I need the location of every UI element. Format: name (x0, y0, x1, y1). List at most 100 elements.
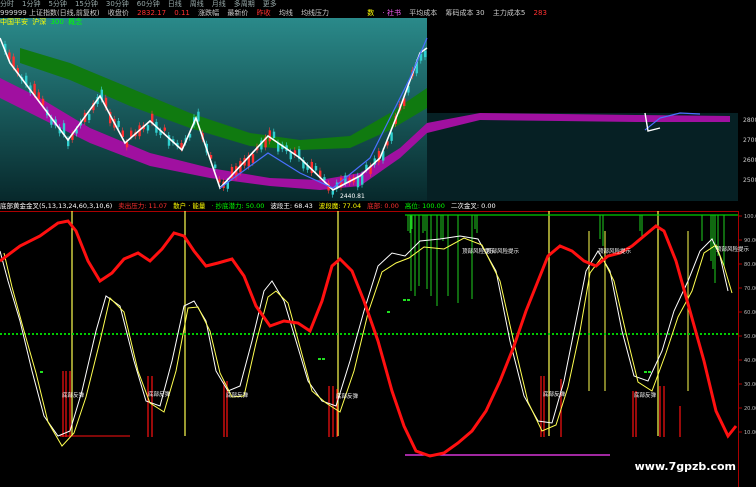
menu-bar: 分时 1分钟 5分钟 15分钟 30分钟 60分钟 日线 周线 月线 多周期 更多 (0, 0, 756, 9)
candle-body (361, 174, 364, 185)
menu-item-9[interactable]: 多周期 (234, 0, 255, 8)
quote-pct-label: 涨跌幅 (198, 9, 220, 17)
menu-item-3[interactable]: 15分钟 (75, 0, 98, 8)
tag-2[interactable]: 300 (50, 18, 63, 26)
candle-body (251, 154, 255, 163)
y-tick-label: 20.00 (744, 406, 756, 412)
quote-extra-2: 均线 (278, 9, 293, 17)
green-dot (403, 299, 406, 301)
price-tick-3: 2500 (743, 177, 756, 184)
bottom-signal-label: 底部反弹 (634, 391, 657, 399)
menu-item-8[interactable]: 月线 (212, 0, 226, 8)
quote-code: 999999 上证指数(日线,前复权) (0, 9, 100, 17)
top-signal-label: 顶部风险提示 (486, 247, 520, 255)
price-panel[interactable]: 2440.81 2800 2700 2600 2500 (0, 18, 756, 201)
indicator-header: 底部黄金金叉(5,13,13,24,60,3,10,6) 卖出压力: 11.07 散… (0, 201, 756, 211)
tag-row: 中国平安 沪深 300 概念 (0, 18, 84, 27)
candle-body (272, 131, 276, 138)
quote-right-0: 数 (367, 9, 375, 17)
white-osc-line (0, 235, 729, 437)
candle-body (214, 164, 217, 169)
quote-right-2: 平均成本 (409, 9, 438, 17)
y-tick-label: 10.00 (744, 430, 756, 436)
y-tick-label: 60.00 (744, 310, 756, 316)
quote-right-val: 283 (533, 9, 547, 17)
y-tick-label: 90.00 (744, 238, 756, 244)
indicator-label-1: 卖出压力: 11.07 (118, 202, 168, 210)
bottom-signal-label: 底部反弹 (226, 391, 249, 399)
candle-body (197, 111, 200, 122)
green-dots (40, 299, 651, 373)
indicator-label-4: 波段王: 68.43 (270, 202, 313, 210)
quote-extra-3: 均线压力 (301, 9, 330, 17)
menu-item-7[interactable]: 周线 (190, 0, 204, 8)
green-dot (407, 299, 410, 301)
candle-body (314, 165, 318, 171)
candle-body (88, 114, 91, 121)
indicator-chart: 100.00 90.00 80.00 70.00 60.00 50.00 40.00 30.0… (0, 211, 756, 487)
red-pressure-line (0, 219, 738, 458)
menu-item-5[interactable]: 60分钟 (137, 0, 160, 8)
price-chart: 2440.81 2800 2700 2600 2500 (0, 18, 756, 201)
candle-body (163, 127, 166, 131)
menu-item-0[interactable]: 分时 (0, 0, 14, 8)
top-signal-label: 顶部风险提示 (716, 245, 750, 253)
quote-price: 2832.17 (137, 9, 167, 17)
indicator-label-0: 底部黄金金叉(5,13,13,24,60,3,10,6) (0, 202, 113, 210)
indicator-label-6: 底部: 0.00 (367, 202, 399, 210)
quote-extra-1: 昨收 (256, 9, 271, 17)
y-tick-label: 100.00 (744, 214, 756, 220)
menu-item-10[interactable]: 更多 (263, 0, 277, 8)
menu-item-6[interactable]: 日线 (168, 0, 182, 8)
candle-body (331, 190, 334, 195)
bottom-signal-label: 底部反弹 (62, 391, 85, 399)
top-signal-label: 顶部风险提示 (598, 247, 632, 255)
price-bg-right (427, 113, 738, 201)
price-tick-1: 2700 (743, 137, 756, 144)
green-dot (648, 371, 651, 373)
green-dot (322, 358, 325, 360)
green-dot (40, 371, 43, 373)
quote-right-4: 主力成本5 (492, 9, 526, 17)
green-dot (318, 358, 321, 360)
quote-right-1: · 社书 (382, 9, 401, 17)
signal-labels: 底部反弹 底部反弹 底部反弹 底部反弹 底部反弹 底部反弹 顶部风险提示 顶部风险提示 顶部风险… (62, 245, 750, 400)
y-tick-label: 50.00 (744, 334, 756, 340)
bottom-signal-label: 底部反弹 (148, 390, 171, 398)
candle-body (390, 132, 393, 141)
y-tick-label: 30.00 (744, 382, 756, 388)
tag-3[interactable]: 概念 (68, 18, 82, 26)
tag-0[interactable]: 中国平安 (0, 18, 28, 26)
candle-body (37, 92, 40, 100)
indicator-label-2: 散户 · 能量 (173, 202, 206, 210)
watermark: www.7gpzb.com (634, 460, 736, 473)
low-label: 2440.81 (340, 193, 365, 200)
indicator-label-3: · 抄底潜力: 50.00 (211, 202, 265, 210)
menu-item-4[interactable]: 30分钟 (106, 0, 129, 8)
candle-body (424, 50, 427, 58)
bottom-signal-label: 底部反弹 (543, 390, 566, 398)
y-tick-label: 40.00 (744, 358, 756, 364)
app-window: { "menu": ["分时","1分钟","5分钟","15分钟","30分钟… (0, 0, 756, 487)
price-tick-2: 2600 (743, 157, 756, 164)
tag-1[interactable]: 沪深 (32, 18, 46, 26)
menu-item-1[interactable]: 1分钟 (22, 0, 40, 8)
green-dot (644, 371, 647, 373)
yellow-osc-line (3, 237, 733, 447)
quote-price-label: 收盘价 (107, 9, 129, 17)
y-tick-label: 80.00 (744, 262, 756, 268)
menu-item-2[interactable]: 5分钟 (48, 0, 66, 8)
quote-extra-0: 最新价 (227, 9, 249, 17)
quote-right-3: 筹码成本 30 (445, 9, 485, 17)
candle-body (117, 120, 120, 127)
price-tick-0: 2800 (743, 117, 756, 124)
y-tick-label: 70.00 (744, 286, 756, 292)
price-bg-mask (427, 18, 738, 113)
indicator-panel[interactable]: 100.00 90.00 80.00 70.00 60.00 50.00 40.00 30.0… (0, 211, 756, 487)
indicator-label-7: 高位: 100.00 (404, 202, 445, 210)
indicator-label-8: 二次金叉: 0.00 (450, 202, 496, 210)
bottom-signal-label: 底部反弹 (336, 392, 359, 400)
indicator-label-5: 波段魔: 77.04 (318, 202, 362, 210)
candle-body (146, 125, 150, 131)
green-dot (387, 311, 390, 313)
